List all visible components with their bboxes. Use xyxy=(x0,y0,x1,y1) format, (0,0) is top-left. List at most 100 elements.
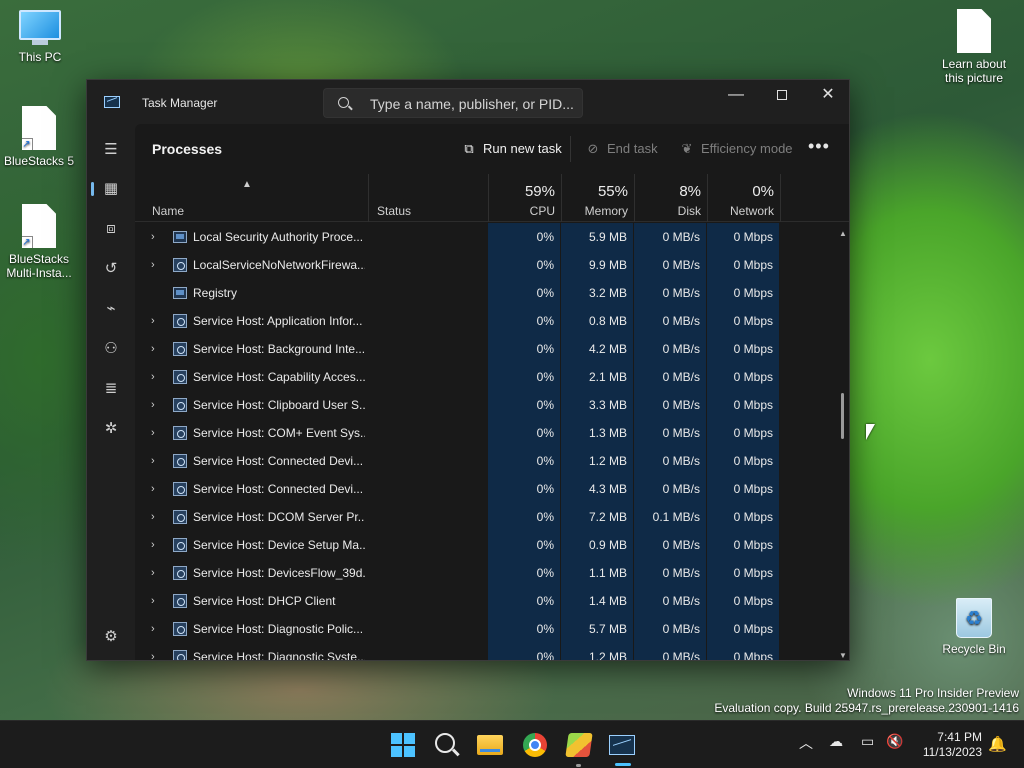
nav-startup-apps-icon[interactable]: ⌁ xyxy=(93,293,129,325)
expand-chevron-icon[interactable]: › xyxy=(151,447,163,475)
notification-bell-icon[interactable]: 🔔 xyxy=(988,735,1007,753)
nav-processes-icon[interactable]: ▦ xyxy=(91,173,129,205)
expand-chevron-icon[interactable]: › xyxy=(151,643,163,660)
bluestacks-icon xyxy=(565,733,593,757)
table-row[interactable]: Registry 0% 3.2 MB 0 MB/s 0 Mbps xyxy=(135,279,835,307)
task-manager-taskbar-button[interactable] xyxy=(609,731,637,759)
table-row[interactable]: › Service Host: Connected Devi... 0% 4.3 MB… xyxy=(135,475,835,503)
close-button[interactable]: ✕ xyxy=(805,80,849,112)
efficiency-mode-button[interactable]: ❦ Efficiency mode xyxy=(679,139,793,159)
expand-chevron-icon[interactable]: › xyxy=(151,363,163,391)
expand-chevron-icon[interactable]: › xyxy=(151,615,163,643)
bluestacks-button[interactable] xyxy=(565,731,593,759)
desktop-icon-bluestacks-multi-instance[interactable]: ↗ BlueStacks Multi-Insta... xyxy=(0,204,79,280)
run-new-task-button[interactable]: ⧉ Run new task xyxy=(461,139,561,159)
table-row[interactable]: › Service Host: DCOM Server Pr... 0% 7.2 MB… xyxy=(135,503,835,531)
column-header-status[interactable]: Status xyxy=(369,174,488,222)
end-task-icon: ⊘ xyxy=(587,141,599,156)
table-row[interactable]: › Service Host: Capability Acces... 0% 2.1 … xyxy=(135,363,835,391)
column-divider[interactable] xyxy=(707,174,708,222)
nav-app-history-icon[interactable]: ↺ xyxy=(93,253,129,285)
column-divider[interactable] xyxy=(488,174,489,222)
column-divider[interactable] xyxy=(368,174,369,222)
expand-chevron-icon[interactable]: › xyxy=(151,587,163,615)
file-icon xyxy=(957,9,991,53)
shortcut-file-icon: ↗ xyxy=(22,106,56,150)
nav-services-icon[interactable]: ✲ xyxy=(93,413,129,445)
hamburger-menu-icon[interactable]: ☰ xyxy=(93,134,129,166)
column-header-network[interactable]: 0% Network xyxy=(707,174,780,222)
expand-chevron-icon[interactable] xyxy=(151,279,163,307)
table-row[interactable]: › Local Security Authority Proce... 0% 5.9 … xyxy=(135,223,835,251)
search-box[interactable] xyxy=(323,88,583,118)
expand-chevron-icon[interactable]: › xyxy=(151,251,163,279)
table-row[interactable]: › Service Host: Clipboard User S... 0% 3.3 … xyxy=(135,391,835,419)
expand-chevron-icon[interactable]: › xyxy=(151,391,163,419)
column-divider[interactable] xyxy=(780,174,781,222)
onedrive-offline-icon[interactable]: ☁ xyxy=(829,733,843,750)
nav-details-icon[interactable]: ≣ xyxy=(93,373,129,405)
desktop-icon-bluestacks-5[interactable]: ↗ BlueStacks 5 xyxy=(0,106,79,168)
disk-value: 0 MB/s xyxy=(634,419,706,447)
taskbar: ︿ ☁ ▭ 🔇 7:41 PM 11/13/2023 🔔 xyxy=(0,720,1024,768)
scroll-up-arrow-icon[interactable]: ▲ xyxy=(839,229,847,238)
column-header-disk[interactable]: 8% Disk xyxy=(634,174,707,222)
settings-gear-icon[interactable]: ⚙ xyxy=(93,621,129,653)
column-header-cpu[interactable]: 59% CPU xyxy=(488,174,561,222)
maximize-button[interactable] xyxy=(759,80,805,112)
chrome-button[interactable] xyxy=(521,731,549,759)
process-name: Service Host: Background Inte... xyxy=(193,342,365,356)
clock[interactable]: 7:41 PM 11/13/2023 xyxy=(912,730,982,760)
service-host-icon xyxy=(173,594,187,608)
expand-chevron-icon[interactable]: › xyxy=(151,419,163,447)
desktop-icon-this-pc[interactable]: This PC xyxy=(0,10,80,64)
cpu-value: 0% xyxy=(488,643,560,660)
table-row[interactable]: › Service Host: Diagnostic Polic... 0% 5.7 … xyxy=(135,615,835,643)
expand-chevron-icon[interactable]: › xyxy=(151,475,163,503)
table-row[interactable]: › Service Host: Background Inte... 0% 4.2 M… xyxy=(135,335,835,363)
expand-chevron-icon[interactable]: › xyxy=(151,335,163,363)
nav-performance-icon[interactable]: ⧈ xyxy=(93,213,129,245)
cpu-value: 0% xyxy=(488,587,560,615)
desktop-icon-learn-about-picture[interactable]: Learn about this picture xyxy=(934,9,1014,85)
network-icon[interactable]: ▭ xyxy=(861,733,874,750)
column-divider[interactable] xyxy=(634,174,635,222)
table-row[interactable]: › Service Host: DevicesFlow_39d... 0% 1.1 M… xyxy=(135,559,835,587)
toolbar: Processes ⧉ Run new task ⊘ End task ❦ Effic… xyxy=(135,124,849,174)
network-value: 0 Mbps xyxy=(707,615,779,643)
sort-ascending-icon: ▲ xyxy=(242,179,252,190)
table-row[interactable]: › Service Host: Device Setup Ma... 0% 0.9 M… xyxy=(135,531,835,559)
taskbar-search-button[interactable] xyxy=(433,731,461,759)
desktop-icon-recycle-bin[interactable]: ♻ Recycle Bin xyxy=(934,598,1014,656)
search-input[interactable] xyxy=(370,94,575,114)
minimize-button[interactable]: — xyxy=(713,80,759,112)
expand-chevron-icon[interactable]: › xyxy=(151,531,163,559)
show-hidden-icons-chevron-icon[interactable]: ︿ xyxy=(799,733,813,753)
expand-chevron-icon[interactable]: › xyxy=(151,503,163,531)
column-header-memory[interactable]: 55% Memory xyxy=(561,174,634,222)
title-bar[interactable]: Task Manager — ✕ xyxy=(87,80,849,124)
table-row[interactable]: › Service Host: COM+ Event Sys... 0% 1.3 MB… xyxy=(135,419,835,447)
task-manager-icon xyxy=(609,735,635,755)
scrollbar-thumb[interactable] xyxy=(841,393,844,439)
process-name: Service Host: Diagnostic Polic... xyxy=(193,622,364,636)
table-row[interactable]: › LocalServiceNoNetworkFirewa... 0% 9.9 MB 0… xyxy=(135,251,835,279)
file-explorer-button[interactable] xyxy=(477,731,505,759)
table-row[interactable]: › Service Host: DHCP Client 0% 1.4 MB 0 MB/s… xyxy=(135,587,835,615)
expand-chevron-icon[interactable]: › xyxy=(151,223,163,251)
table-row[interactable]: › Service Host: Connected Devi... 0% 1.2 MB… xyxy=(135,447,835,475)
scroll-down-arrow-icon[interactable]: ▼ xyxy=(839,651,847,660)
start-button[interactable] xyxy=(389,731,417,759)
column-divider[interactable] xyxy=(561,174,562,222)
end-task-button[interactable]: ⊘ End task xyxy=(585,139,658,159)
table-row[interactable]: › Service Host: Diagnostic Syste... 0% 1.2 … xyxy=(135,643,835,660)
task-manager-app-icon xyxy=(104,96,120,108)
expand-chevron-icon[interactable]: › xyxy=(151,307,163,335)
vertical-scrollbar[interactable]: ▲ ▼ xyxy=(835,223,849,660)
more-options-button[interactable]: ••• xyxy=(808,136,830,157)
nav-users-icon[interactable]: ⚇ xyxy=(93,333,129,365)
expand-chevron-icon[interactable]: › xyxy=(151,559,163,587)
network-value: 0 Mbps xyxy=(707,419,779,447)
table-row[interactable]: › Service Host: Application Infor... 0% 0.8… xyxy=(135,307,835,335)
volume-muted-icon[interactable]: 🔇 xyxy=(886,733,903,750)
